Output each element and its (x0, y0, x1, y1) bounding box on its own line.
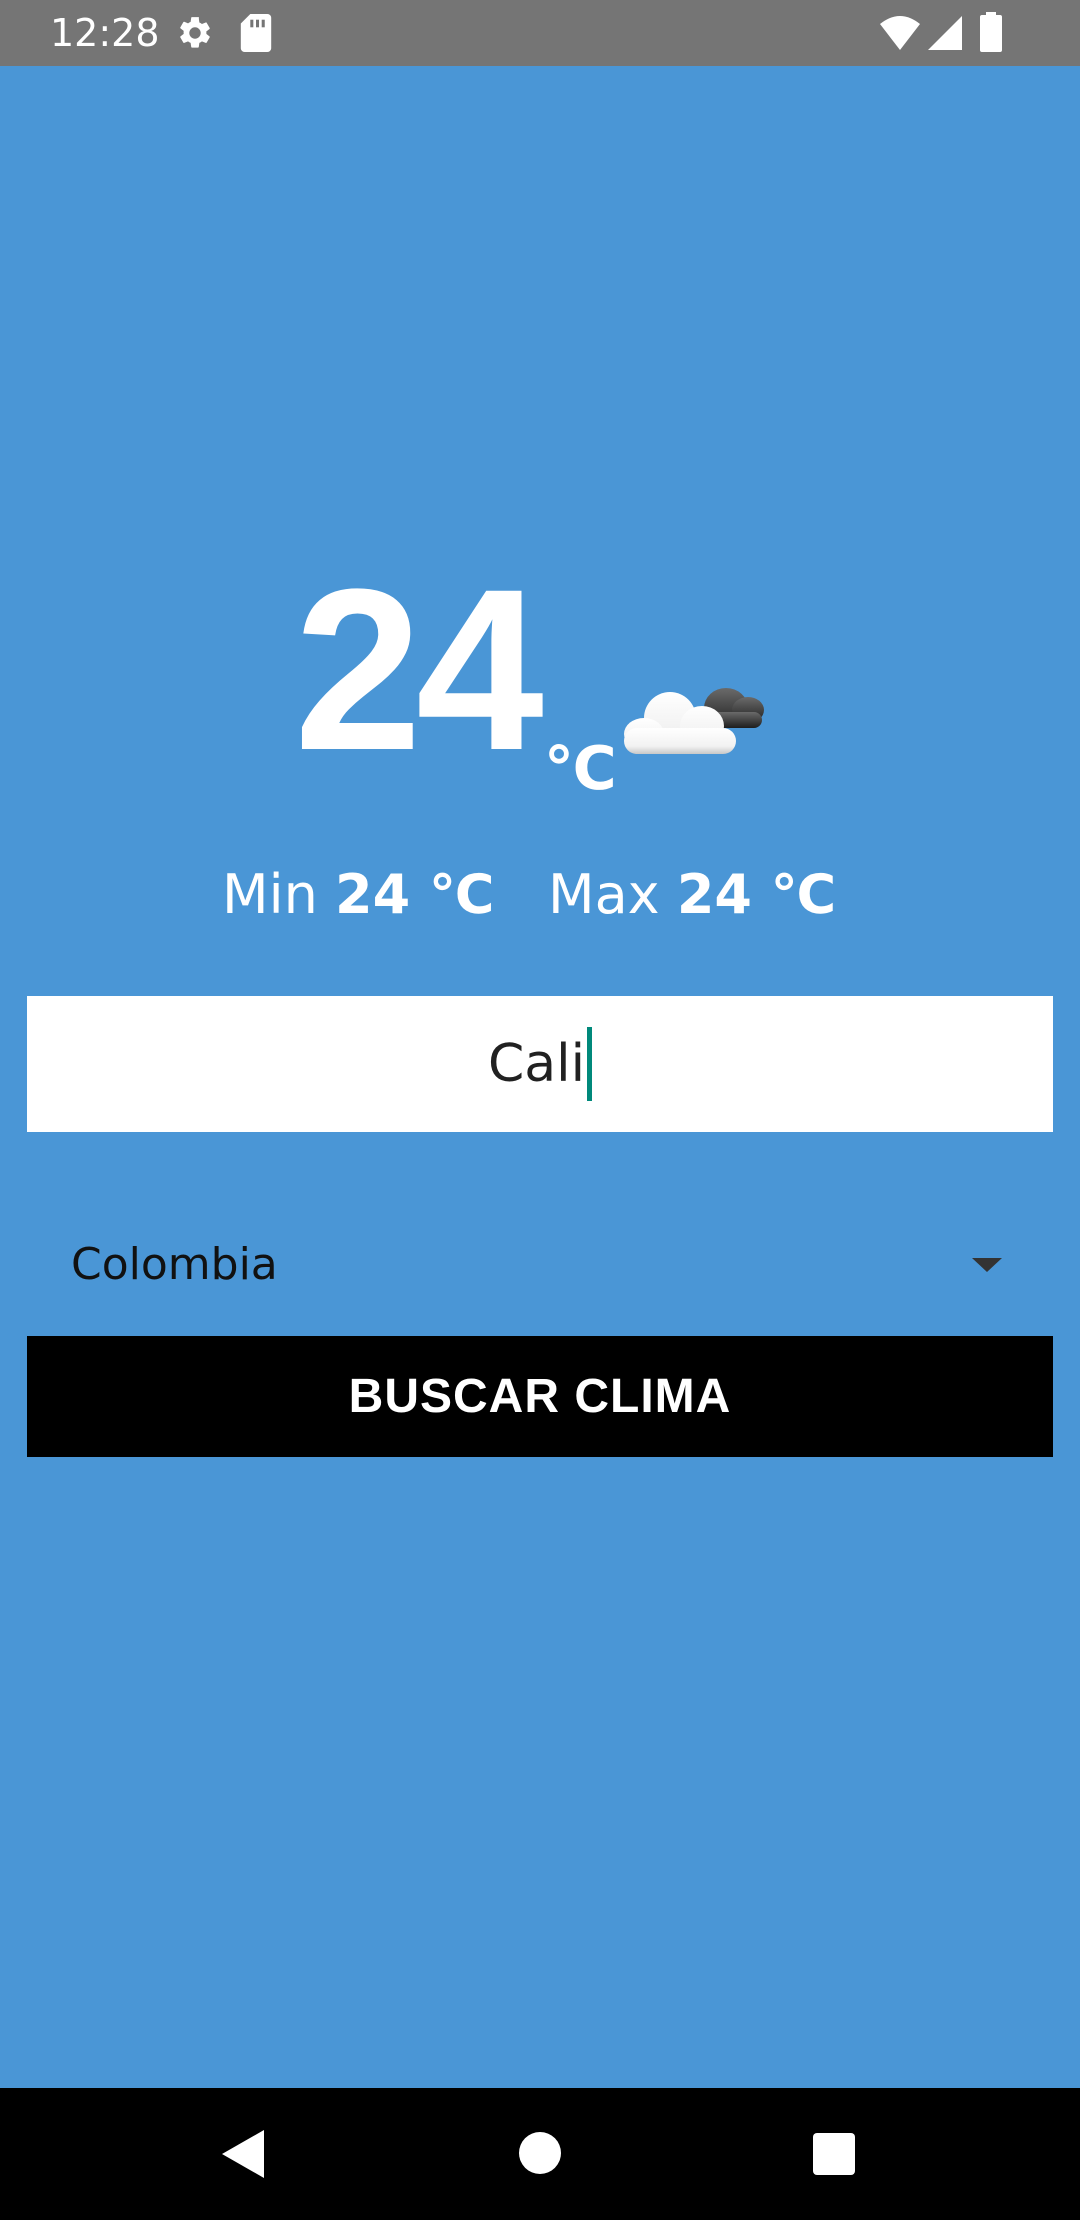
status-time: 12:28 (50, 11, 160, 55)
max-label: Max (548, 863, 660, 926)
max-value: 24 ℃ (676, 863, 837, 926)
back-icon[interactable] (222, 2130, 264, 2183)
city-input[interactable]: Cali (27, 996, 1053, 1132)
temperature-unit: ℃ (544, 734, 617, 804)
recents-icon[interactable] (813, 2133, 855, 2180)
wifi-icon (880, 16, 920, 55)
gear-icon (176, 14, 214, 57)
country-selected-value: Colombia (71, 1239, 278, 1290)
battery-icon (980, 12, 1002, 57)
min-value: 24 ℃ (335, 863, 495, 926)
navigation-bar (0, 2088, 1080, 2220)
partly-cloudy-icon (618, 664, 778, 764)
min-label: Min (222, 863, 318, 926)
status-bar: 12:28 (0, 0, 1080, 66)
search-weather-button[interactable]: BUSCAR CLIMA (27, 1336, 1053, 1457)
current-temperature: 24 (294, 541, 544, 798)
home-icon[interactable] (519, 2132, 561, 2179)
max-temperature: Max 24 ℃ (548, 860, 836, 930)
signal-icon (928, 16, 962, 55)
min-temperature: Min 24 ℃ (222, 860, 494, 930)
sd-card-icon (240, 14, 272, 57)
text-cursor (587, 1027, 593, 1101)
country-dropdown[interactable]: Colombia (27, 1210, 1053, 1320)
dropdown-arrow-icon (972, 1258, 1002, 1272)
city-input-value: Cali (487, 1034, 586, 1094)
